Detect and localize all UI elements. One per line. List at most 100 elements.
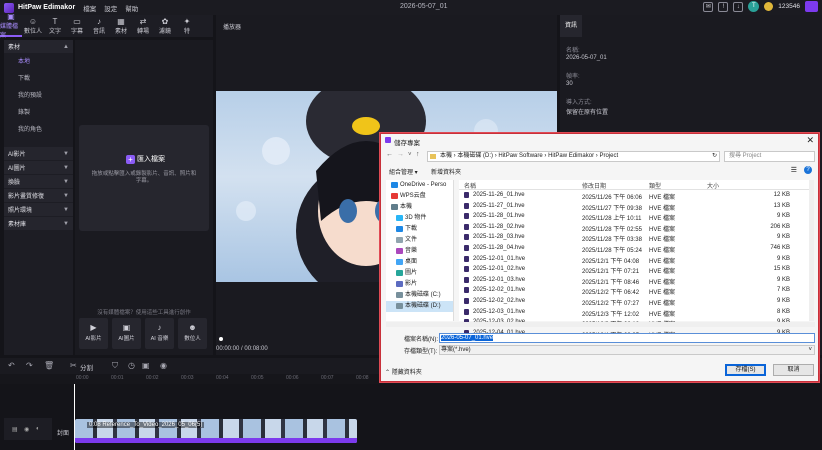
nav-item[interactable]: 圖片 xyxy=(386,268,453,279)
nav-item[interactable]: WPS云盘 xyxy=(386,191,453,202)
tab-audio[interactable]: ♪ 音訊 xyxy=(88,15,110,37)
undo-icon[interactable]: ↶ xyxy=(8,361,15,370)
nav-item[interactable]: OneDrive - Perso xyxy=(386,180,453,191)
nav-item[interactable]: 3D 物件 xyxy=(386,213,453,224)
tab-sticker[interactable]: ▦ 素材 xyxy=(110,15,132,37)
shield-icon[interactable]: ⛉ xyxy=(112,361,118,371)
ai-video-tile[interactable]: ▶ AI影片 xyxy=(79,318,108,349)
import-button[interactable]: + 匯入檔案 xyxy=(126,154,165,164)
new-folder-button[interactable]: 新增資料夾 xyxy=(431,167,461,176)
sidebar-item-my-presets[interactable]: 我的預設 xyxy=(4,88,73,105)
file-row[interactable]: 2025-12-02_02.hve 2025/12/2 下午 07:27 HVE 檔… xyxy=(459,296,814,307)
cancel-button[interactable]: 取消 xyxy=(773,364,814,376)
sidebar-section-photo-env[interactable]: 照片環境 ▼ xyxy=(4,203,73,216)
file-row[interactable]: 2025-12-03_01.hve 2025/12/3 下午 12:02 HVE 檔… xyxy=(459,307,814,318)
tab-subtitle[interactable]: ▭ 字幕 xyxy=(66,15,88,37)
tab-info[interactable]: 資訊 xyxy=(560,15,582,37)
avatar[interactable]: T xyxy=(748,1,760,12)
playhead-handle[interactable] xyxy=(219,337,223,341)
file-row[interactable]: 2025-11-28_03.hve 2025/11/28 下午 03:38 HVE … xyxy=(459,232,814,243)
column-type[interactable]: 類型 xyxy=(649,181,661,190)
lock-icon[interactable]: ▤ xyxy=(12,426,18,433)
filetype-select[interactable]: 專案(*.hve) ˅ xyxy=(439,345,815,355)
help-icon[interactable]: ? xyxy=(804,166,812,174)
file-row[interactable]: 2025-12-01_03.hve 2025/12/1 下午 08:46 HVE 檔… xyxy=(459,275,814,286)
sidebar-section-library[interactable]: 素材庫 ▼ xyxy=(4,217,73,230)
file-row[interactable]: 2025-11-28_04.hve 2025/11/28 下午 05:24 HVE … xyxy=(459,243,814,254)
mute-icon[interactable]: ◐ xyxy=(36,426,40,432)
breadcrumb[interactable]: 本機 › 本機磁碟 (D:) › HitPaw Software › HitPa… xyxy=(427,151,720,162)
nav-item[interactable]: 本機磁碟 (D:) xyxy=(386,301,453,312)
column-size[interactable]: 大小 xyxy=(707,181,719,190)
breadcrumb-item[interactable]: 本機 xyxy=(440,153,452,159)
refresh-icon[interactable]: ↻ xyxy=(712,152,717,161)
breadcrumb-item[interactable]: 本機磁碟 (D:) xyxy=(457,153,493,159)
breadcrumb-item[interactable]: HitPaw Software xyxy=(498,153,542,159)
export-button[interactable] xyxy=(805,1,818,12)
breadcrumb-item[interactable]: HitPaw Edimakor xyxy=(548,153,594,159)
forward-icon[interactable]: → xyxy=(397,151,404,158)
breadcrumb-item[interactable]: Project xyxy=(599,153,618,159)
sidebar-item-record[interactable]: 錄製 xyxy=(4,105,73,122)
sidebar-item-download[interactable]: 下載 xyxy=(4,71,73,88)
view-icon[interactable]: ☰ xyxy=(791,166,797,174)
crop-icon[interactable]: ▣ xyxy=(142,361,150,370)
tab-avatar[interactable]: ☺ 數位人 xyxy=(22,15,44,37)
notification-icon[interactable]: ! xyxy=(718,1,729,12)
speed-icon[interactable]: ◷ xyxy=(128,361,135,370)
digital-human-tile[interactable]: ☻ 數位人 xyxy=(178,318,207,349)
nav-item[interactable]: 本機 xyxy=(386,202,453,213)
redo-icon[interactable]: ↷ xyxy=(26,361,33,370)
sidebar-item-local[interactable]: 本地 xyxy=(4,54,73,71)
import-dropzone[interactable]: + 匯入檔案 拖放或點擊匯入或錄製影片、音訊、照片和字幕。 xyxy=(79,125,209,231)
ai-music-tile[interactable]: ♪ AI 音樂 xyxy=(145,318,174,349)
file-row[interactable]: 2025-11-28_02.hve 2025/11/28 下午 02:55 HVE … xyxy=(459,222,814,233)
sidebar-section-faceswap[interactable]: 換臉 ▼ xyxy=(4,175,73,188)
file-row[interactable]: 2025-12-02_01.hve 2025/12/2 下午 06:42 HVE 檔… xyxy=(459,285,814,296)
tab-filter[interactable]: ✿ 濾鏡 xyxy=(154,15,176,37)
nav-item[interactable]: 本機磁碟 (C:) xyxy=(386,290,453,301)
eye-icon[interactable]: ◉ xyxy=(24,426,29,433)
sidebar-section-material[interactable]: 素材 ▲ xyxy=(4,40,73,53)
sidebar-section-enhance[interactable]: 影片畫質修復 ▼ xyxy=(4,189,73,202)
back-icon[interactable]: ← xyxy=(386,151,393,158)
tab-transition[interactable]: ⇄ 轉場 xyxy=(132,15,154,37)
screenshot-icon[interactable]: ◉ xyxy=(160,361,167,370)
delete-icon[interactable]: 🗑 xyxy=(44,361,54,370)
save-button[interactable]: 存檔(S) xyxy=(725,364,766,376)
nav-item[interactable]: 文件 xyxy=(386,235,453,246)
nav-item[interactable]: 音樂 xyxy=(386,246,453,257)
ai-image-tile[interactable]: ▣ AI圖片 xyxy=(112,318,141,349)
organize-button[interactable]: 組合管理 ▾ xyxy=(389,167,418,176)
menu-settings[interactable]: 設定 xyxy=(104,3,117,13)
vertical-scrollbar[interactable] xyxy=(809,180,814,321)
file-row[interactable]: 2025-11-27_01.hve 2025/11/27 下午 09:38 HVE … xyxy=(459,201,814,212)
search-input[interactable]: 搜尋 Project xyxy=(724,151,815,162)
sidebar-section-ai-video[interactable]: AI影片 ▼ xyxy=(4,147,73,160)
nav-item[interactable]: 影片 xyxy=(386,279,453,290)
feedback-icon[interactable]: ✉ xyxy=(703,1,714,12)
horizontal-scrollbar[interactable] xyxy=(386,322,815,327)
hide-folders-toggle[interactable]: ⌃ 隱藏資料夾 xyxy=(385,367,422,376)
nav-item[interactable]: 桌面 xyxy=(386,257,453,268)
timeline-playhead[interactable] xyxy=(74,384,75,450)
tab-folder[interactable]: ▣ 媒體檔案 xyxy=(0,12,22,39)
nav-item[interactable]: 下載 xyxy=(386,224,453,235)
close-icon[interactable]: ✕ xyxy=(806,135,814,146)
column-date[interactable]: 修改日期 xyxy=(582,181,606,190)
menu-file[interactable]: 檔案 xyxy=(83,3,96,13)
sidebar-section-ai-image[interactable]: AI圖片 ▼ xyxy=(4,161,73,174)
file-row[interactable]: 2025-12-01_01.hve 2025/12/1 下午 04:08 HVE 檔… xyxy=(459,254,814,265)
split-icon[interactable]: ✂ xyxy=(70,361,77,370)
video-clip[interactable]: 0:08 Reference_To_Video_2026_05_06(5) xyxy=(75,419,357,443)
column-name[interactable]: 名稱 xyxy=(464,181,476,190)
tab-text[interactable]: T 文字 xyxy=(44,15,66,37)
sidebar-item-my-characters[interactable]: 我的角色 xyxy=(4,122,73,139)
file-row[interactable]: 2025-12-01_02.hve 2025/12/1 下午 07:21 HVE 檔… xyxy=(459,264,814,275)
file-row[interactable]: 2025-11-28_01.hve 2025/11/28 上午 10:11 HVE … xyxy=(459,211,814,222)
chevron-down-icon[interactable]: ˅ xyxy=(408,152,412,158)
filename-input[interactable]: 2026-05-07_01.hve xyxy=(439,333,815,343)
up-icon[interactable]: ↑ xyxy=(416,151,420,158)
split-button[interactable]: 分割 xyxy=(80,362,93,372)
tab-effects[interactable]: ✦ 特 xyxy=(176,15,198,37)
